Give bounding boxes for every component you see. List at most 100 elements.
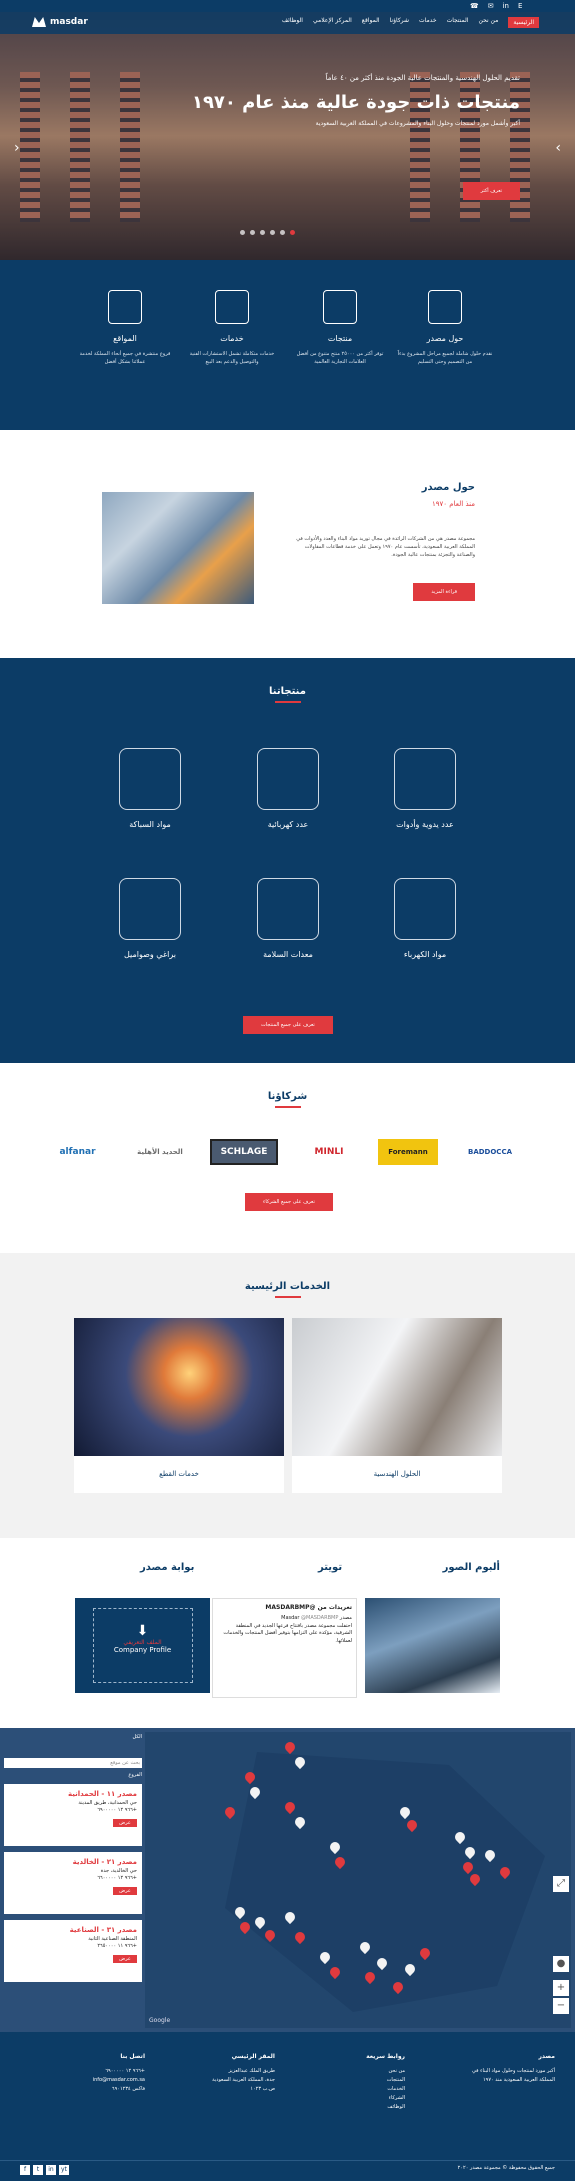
product-label: عدد يدوية وأدوات — [396, 820, 454, 829]
tweet-author[interactable]: مصدر Masdar @MASDARBMP — [217, 1615, 352, 1623]
slider-next-icon[interactable]: › — [555, 140, 561, 156]
product-power-tools[interactable]: عدد كهربائية — [218, 748, 358, 829]
twitter-icon[interactable]: t — [33, 2165, 43, 2175]
logo[interactable]: masdar — [32, 17, 88, 27]
partner-logo-alfanar[interactable]: alfanar — [45, 1139, 110, 1165]
twitter-widget: تغريدات من @MASDARBMP مصدر Masdar @MASDA… — [212, 1598, 357, 1698]
feature-text: توفر أكثر من ٢٥٠٠٠ منتج متنوع من أفضل ال… — [296, 351, 384, 365]
map-pin-icon[interactable] — [282, 1739, 298, 1755]
service-card-cutting[interactable]: خدمات القطع — [74, 1318, 284, 1493]
phone-icon[interactable]: ☎ — [470, 2, 479, 10]
filter-label: الكل — [132, 1734, 142, 1740]
media-section: ألبوم الصور تويتر بوابة مصدر تغريدات من … — [0, 1538, 575, 1728]
footer-hq-line: جدة، المملكة العربية السعودية — [212, 2076, 275, 2083]
nav-about[interactable]: من نحن — [479, 17, 499, 28]
branch-phone: +٩٦٦ ١٢ ٦٩٠٠٠٠٠ — [97, 1807, 137, 1813]
branch-search-input[interactable]: بحث عن موقع — [4, 1758, 142, 1768]
google-map[interactable]: Google — [145, 1732, 571, 2028]
footer-link[interactable]: الوظائف — [305, 2103, 405, 2112]
branch-card[interactable]: مصدر ٢١ - الخالدية حي الخالدية، جدة +٩٦٦… — [4, 1852, 142, 1914]
cable-reel-icon — [394, 878, 456, 940]
tweet-author-handle: @MASDARBMP — [301, 1615, 339, 1621]
map-fullscreen-icon[interactable]: ⤢ — [553, 1876, 569, 1892]
product-safety[interactable]: معدات السلامة — [218, 878, 358, 959]
partner-logo-foremann[interactable]: Foremann — [378, 1139, 438, 1165]
nav-partners[interactable]: شركاؤنا — [390, 17, 409, 28]
nav-locations[interactable]: المواقع — [362, 17, 380, 28]
photo-album-image[interactable] — [365, 1598, 500, 1693]
branch-view-button[interactable]: عرض — [113, 1886, 137, 1895]
product-hand-tools[interactable]: عدد يدوية وأدوات — [355, 748, 495, 829]
product-plumbing[interactable]: مواد السباكة — [80, 748, 220, 829]
branch-view-button[interactable]: عرض — [113, 1818, 137, 1827]
branch-card[interactable]: مصدر ٣١ - الصناعية المنطقة الصناعية الثا… — [4, 1920, 142, 1982]
map-zoom-in-button[interactable]: + — [553, 1980, 569, 1996]
branch-card[interactable]: مصدر ١١ - الحمدانية حي الحمدانية، طريق ا… — [4, 1784, 142, 1846]
slider-dot[interactable] — [260, 230, 265, 235]
company-profile-card[interactable]: ⬇ الملف التعريفي Company Profile — [75, 1598, 210, 1693]
nav-products[interactable]: المنتجات — [447, 17, 469, 28]
map-pin-icon[interactable] — [222, 1804, 238, 1820]
slider-dot[interactable] — [240, 230, 245, 235]
branch-name: مصدر ١١ - الحمدانية — [67, 1790, 137, 1798]
footer-link[interactable]: المنتجات — [305, 2076, 405, 2085]
mail-icon[interactable]: ✉ — [488, 2, 494, 10]
slider-dot[interactable] — [280, 230, 285, 235]
warehouse-photo — [102, 492, 254, 604]
branch-name: مصدر ٣١ - الصناعية — [69, 1926, 137, 1934]
feature-locations[interactable]: المواقع فروع منتشرة في جميع أنحاء المملك… — [75, 290, 175, 366]
slider-dot[interactable] — [290, 230, 295, 235]
footer-email[interactable]: info@masdar.com.sa — [45, 2076, 145, 2085]
linkedin-icon[interactable]: in — [46, 2165, 56, 2175]
footer-contact: اتصل بنا +٩٦٦ ١٢ ٦٩٠٠٠٠٠ info@masdar.com… — [45, 2052, 145, 2094]
partner-logo-ahlia[interactable]: الحديد الأهلية — [125, 1139, 195, 1165]
slider-prev-icon[interactable]: ‹ — [14, 140, 20, 156]
footer-bottom-bar: جميع الحقوق محفوظة © مجموعة مصدر ٢٠٢٠ f … — [0, 2160, 575, 2179]
footer-phone[interactable]: +٩٦٦ ١٢ ٦٩٠٠٠٠٠ — [45, 2067, 145, 2076]
footer-link[interactable]: الخدمات — [305, 2085, 405, 2094]
nav-media[interactable]: المركز الإعلامي — [313, 17, 352, 28]
company-profile-box: ⬇ الملف التعريفي Company Profile — [92, 1608, 193, 1683]
hero-overlay — [0, 12, 575, 260]
partner-logo-baddocca[interactable]: BADDOCCA — [455, 1139, 525, 1165]
service-card-engineering[interactable]: الحلول الهندسية — [292, 1318, 502, 1493]
slider-dots — [240, 230, 295, 235]
partner-logo-minli[interactable]: MINLI — [295, 1139, 363, 1165]
branch-view-button[interactable]: عرض — [113, 1954, 137, 1963]
title-underline — [274, 701, 301, 703]
nav-home[interactable]: الرئيسية — [508, 17, 539, 28]
linkedin-icon[interactable]: in — [503, 2, 509, 10]
footer-heading: روابط سريعة — [366, 2053, 405, 2060]
map-zoom-out-button[interactable]: − — [553, 1998, 569, 2014]
feature-about[interactable]: حول مصدر نقدم حلول شاملة لجميع مراحل الم… — [395, 290, 495, 366]
footer-link[interactable]: من نحن — [305, 2067, 406, 2076]
feature-products[interactable]: منتجات توفر أكثر من ٢٥٠٠٠ منتج متنوع من … — [290, 290, 390, 366]
about-text: مجموعة مصدر هي من الشركات الرائدة في مجا… — [296, 536, 475, 558]
feature-title: خدمات — [220, 334, 244, 343]
slider-dot[interactable] — [270, 230, 275, 235]
hero-cta-button[interactable]: تعرف أكثر — [462, 182, 520, 200]
map-pegman-icon[interactable]: ● — [553, 1956, 569, 1972]
branch-map-section: Google ⤢ ● + − الكل بحث عن موقع الفروع م… — [0, 1728, 575, 2032]
slider-dot[interactable] — [250, 230, 255, 235]
company-profile-label-en: Company Profile — [113, 1646, 172, 1654]
nav-services[interactable]: خدمات — [419, 17, 437, 28]
footer: مصدر أكبر مورد لمنتجات وحلول مواد البناء… — [0, 2032, 575, 2181]
all-partners-button[interactable]: تعرف على جميع الشركاء — [245, 1193, 333, 1211]
feature-services[interactable]: خدمات خدمات متكاملة تشمل الاستشارات الفن… — [182, 290, 282, 366]
read-more-button[interactable]: قراءة المزيد — [413, 583, 475, 601]
pliers-icon — [394, 748, 456, 810]
product-fasteners[interactable]: براغي وصواميل — [80, 878, 220, 959]
footer-link[interactable]: الشركاء — [305, 2094, 405, 2103]
footer-hq-line: ص.ب ١٠٢٣ — [250, 2085, 275, 2092]
copyright: جميع الحقوق محفوظة © مجموعة مصدر ٢٠٢٠ — [457, 2165, 555, 2171]
nav-jobs[interactable]: الوظائف — [282, 17, 303, 28]
partner-logo-schlage[interactable]: SCHLAGE — [210, 1139, 278, 1165]
youtube-icon[interactable]: yt — [59, 2165, 69, 2175]
english-toggle[interactable]: E — [518, 2, 522, 10]
product-electrical[interactable]: مواد الكهرباء — [355, 878, 495, 959]
facebook-icon[interactable]: f — [20, 2165, 30, 2175]
top-icons: ☎ ✉ in E — [470, 2, 522, 10]
footer-hq: المقر الرئيسي طريق الملك عبدالعزيز جدة، … — [175, 2052, 275, 2094]
all-products-button[interactable]: تعرف على جميع المنتجات — [243, 1016, 333, 1034]
